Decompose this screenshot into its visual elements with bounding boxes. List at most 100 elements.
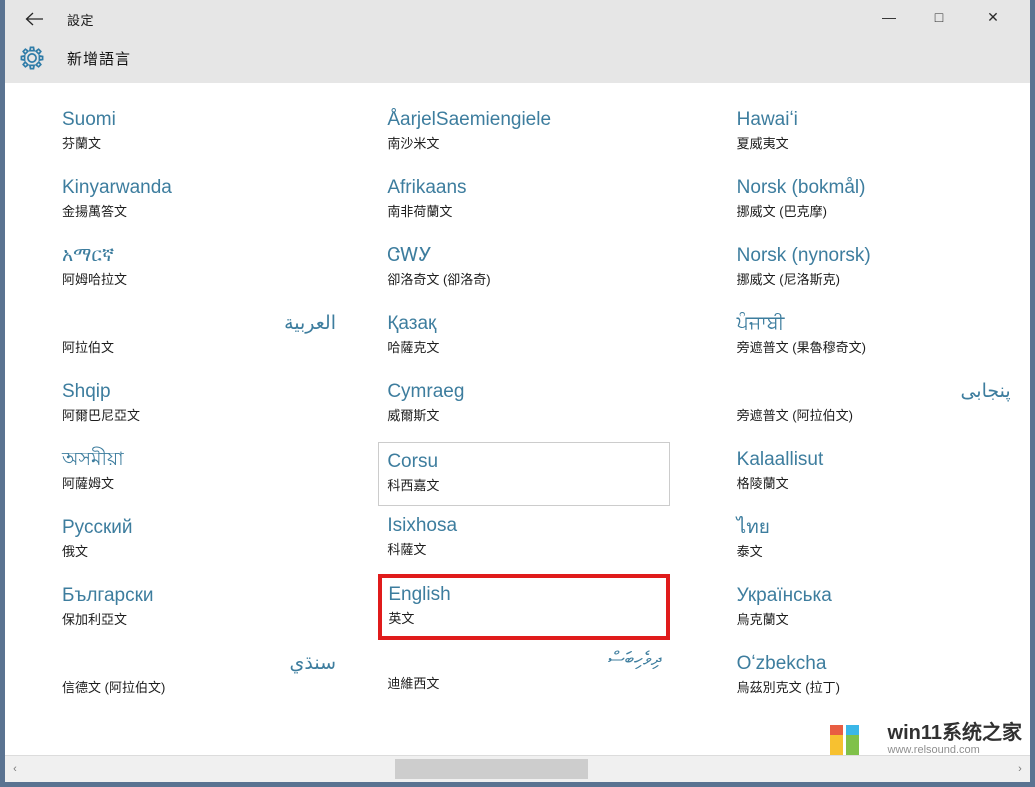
language-translated-name: 芬蘭文 xyxy=(62,136,102,151)
language-translated-name: 迪維西文 xyxy=(387,676,440,691)
back-button[interactable] xyxy=(17,4,53,34)
language-translated-name: 夏威夷文 xyxy=(736,136,789,151)
language-item[interactable]: Қазақ 哈薩克文 xyxy=(378,304,670,372)
language-item[interactable]: Shqip 阿爾巴尼亞文 xyxy=(53,372,345,440)
language-translated-name: 哈薩克文 xyxy=(387,340,440,355)
language-native-name: Oʻzbekcha xyxy=(736,653,827,674)
language-item[interactable]: Hawaiʻi 夏威夷文 xyxy=(728,100,1020,168)
language-translated-name: 烏克蘭文 xyxy=(736,612,789,627)
language-item[interactable]: Corsu 科西嘉文 xyxy=(378,442,671,506)
language-columns: Suomi 芬蘭文 Kinyarwanda 金揚萬答文 አማርኛ 阿姆哈拉文 العربية… xyxy=(5,83,1030,756)
language-translated-name: 泰文 xyxy=(736,544,763,559)
language-native-name: Hawaiʻi xyxy=(736,109,798,130)
language-column-3: Hawaiʻi 夏威夷文 Norsk (bokmål) 挪威文 (巴克摩) Norsk … xyxy=(728,83,1030,756)
language-item[interactable]: ਪੰਜਾਬੀ 旁遮普文 (果魯穆奇文) xyxy=(728,304,1020,372)
language-translated-name: 阿姆哈拉文 xyxy=(62,272,128,287)
language-translated-name: 旁遮普文 (阿拉伯文) xyxy=(736,408,853,423)
language-translated-name: 金揚萬答文 xyxy=(62,204,128,219)
language-item[interactable]: پنجابی 旁遮普文 (阿拉伯文) xyxy=(728,372,1020,440)
language-translated-name: 科西嘉文 xyxy=(387,478,440,493)
language-native-name: አማርኛ xyxy=(62,245,115,266)
language-translated-name: 保加利亞文 xyxy=(62,612,128,627)
language-native-name: پنجابی xyxy=(960,381,1011,402)
language-translated-name: 旁遮普文 (果魯穆奇文) xyxy=(736,340,866,355)
gear-icon xyxy=(18,44,46,72)
language-translated-name: 挪威文 (尼洛斯克) xyxy=(736,272,840,287)
scrollbar-thumb[interactable] xyxy=(395,759,588,779)
language-item[interactable]: Norsk (nynorsk) 挪威文 (尼洛斯克) xyxy=(728,236,1020,304)
language-native-name: Suomi xyxy=(62,109,116,130)
language-item[interactable]: العربية 阿拉伯文 xyxy=(53,304,345,372)
language-item[interactable]: Cymraeg 威爾斯文 xyxy=(378,372,670,440)
title-bar: 設定 — □ ✕ xyxy=(5,0,1030,39)
language-item[interactable]: Afrikaans 南非荷蘭文 xyxy=(378,168,670,236)
language-item[interactable]: ไทย 泰文 xyxy=(728,508,1020,576)
language-native-name: Isixhosa xyxy=(387,515,458,536)
language-native-name: ÅarjelSaemiengiele xyxy=(387,109,552,130)
language-translated-name: 卻洛奇文 (卻洛奇) xyxy=(387,272,491,287)
language-item[interactable]: Українська 烏克蘭文 xyxy=(728,576,1020,644)
language-list-panel: Suomi 芬蘭文 Kinyarwanda 金揚萬答文 አማርኛ 阿姆哈拉文 العربية… xyxy=(5,83,1030,756)
language-native-name: العربية xyxy=(284,313,336,334)
language-item[interactable]: Suomi 芬蘭文 xyxy=(53,100,345,168)
language-translated-name: 阿拉伯文 xyxy=(62,340,115,355)
maximize-button[interactable]: □ xyxy=(916,0,962,34)
language-native-name: Български xyxy=(62,585,154,606)
language-translated-name: 南非荷蘭文 xyxy=(387,204,453,219)
language-native-name: Norsk (bokmål) xyxy=(736,177,866,198)
settings-window: 設定 — □ ✕ 新增語言 Suomi 芬蘭文 Kinyarwanda 金揚萬答… xyxy=(0,0,1035,787)
language-translated-name: 科薩文 xyxy=(387,542,427,557)
minimize-button[interactable]: — xyxy=(866,0,912,34)
app-title: 設定 xyxy=(67,13,95,28)
language-item[interactable]: Русский 俄文 xyxy=(53,508,345,576)
language-translated-name: 俄文 xyxy=(62,544,89,559)
page-title: 新增語言 xyxy=(67,51,132,68)
language-native-name: Kinyarwanda xyxy=(62,177,172,198)
language-native-name: Kalaallisut xyxy=(736,449,824,470)
language-item[interactable]: Norsk (bokmål) 挪威文 (巴克摩) xyxy=(728,168,1020,236)
language-translated-name: 南沙米文 xyxy=(387,136,440,151)
close-button[interactable]: ✕ xyxy=(970,0,1016,34)
language-item[interactable]: ÅarjelSaemiengiele 南沙米文 xyxy=(378,100,670,168)
language-item[interactable]: Български 保加利亞文 xyxy=(53,576,345,644)
language-native-name: Русский xyxy=(62,517,133,538)
language-native-name: Қазақ xyxy=(387,313,437,334)
language-translated-name: 阿薩姆文 xyxy=(62,476,115,491)
language-translated-name: 格陵蘭文 xyxy=(736,476,789,491)
language-native-name: ਪੰਜਾਬੀ xyxy=(736,313,785,334)
language-item[interactable]: অসমীয়া 阿薩姆文 xyxy=(53,440,345,508)
page-header: 新增語言 xyxy=(5,38,1030,83)
language-native-name: ᏣᎳᎩ xyxy=(387,245,432,266)
language-item[interactable]: አማርኛ 阿姆哈拉文 xyxy=(53,236,345,304)
language-native-name: Cymraeg xyxy=(387,381,465,402)
language-native-name: سنڌي xyxy=(289,653,337,674)
language-column-1: Suomi 芬蘭文 Kinyarwanda 金揚萬答文 አማርኛ 阿姆哈拉文 العربية… xyxy=(53,83,365,756)
language-item[interactable]: Kalaallisut 格陵蘭文 xyxy=(728,440,1020,508)
language-translated-name: 英文 xyxy=(388,611,415,626)
language-item[interactable]: English 英文 xyxy=(378,574,671,640)
language-translated-name: 信德文 (阿拉伯文) xyxy=(62,680,166,695)
language-native-name: অসমীয়া xyxy=(62,449,124,470)
language-column-2: ÅarjelSaemiengiele 南沙米文 Afrikaans 南非荷蘭文 ᏣᎳᎩ 卻… xyxy=(378,83,690,756)
language-native-name: Shqip xyxy=(62,381,111,402)
close-icon: ✕ xyxy=(987,9,999,25)
scroll-left-arrow-icon[interactable]: ‹ xyxy=(5,756,25,782)
maximize-icon: □ xyxy=(934,9,944,25)
language-item[interactable]: ދިވެހިބަސް 迪維西文 xyxy=(378,640,670,708)
language-item[interactable]: Kinyarwanda 金揚萬答文 xyxy=(53,168,345,236)
language-translated-name: 烏茲別克文 (拉丁) xyxy=(736,680,840,695)
language-translated-name: 阿爾巴尼亞文 xyxy=(62,408,141,423)
language-translated-name: 挪威文 (巴克摩) xyxy=(736,204,827,219)
language-native-name: English xyxy=(388,584,451,605)
scroll-right-arrow-icon[interactable]: › xyxy=(1010,756,1030,782)
language-item[interactable]: سنڌي 信德文 (阿拉伯文) xyxy=(53,644,345,712)
language-item[interactable]: Oʻzbekcha 烏茲別克文 (拉丁) xyxy=(728,644,1020,712)
back-arrow-icon xyxy=(25,11,45,27)
language-native-name: Corsu xyxy=(387,451,439,472)
language-item[interactable]: Isixhosa 科薩文 xyxy=(378,506,670,574)
language-item[interactable]: ᏣᎳᎩ 卻洛奇文 (卻洛奇) xyxy=(378,236,670,304)
language-native-name: ދިވެހިބަސް xyxy=(608,649,662,670)
horizontal-scrollbar[interactable]: ‹ › xyxy=(5,755,1030,782)
minimize-icon: — xyxy=(882,9,896,25)
language-native-name: Українська xyxy=(736,585,832,606)
